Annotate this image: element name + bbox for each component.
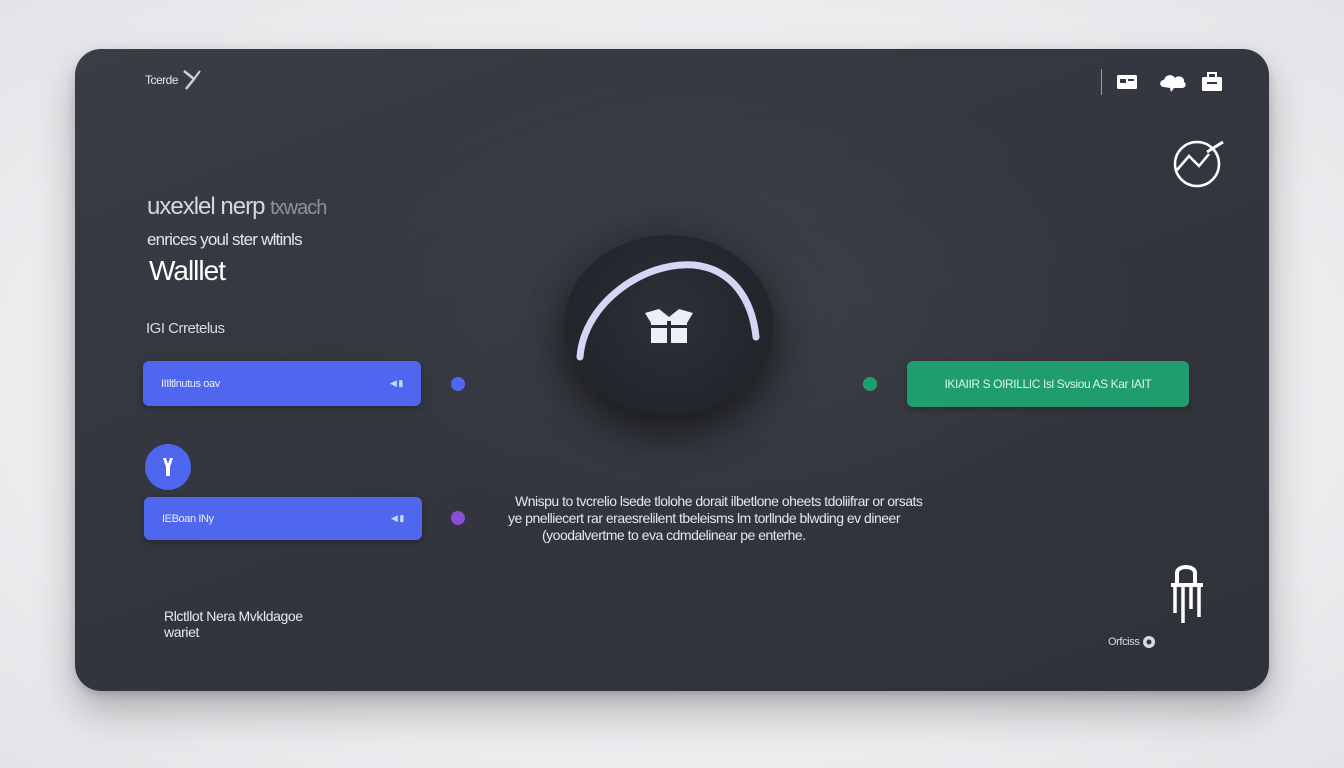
box-icon <box>645 309 693 343</box>
footer-note-line2: wariet <box>164 624 199 640</box>
wallet-card: Tcerde uxexlel nerp txwach enrices youl … <box>75 49 1269 691</box>
header-divider <box>1101 69 1102 95</box>
secondary-button[interactable]: IEBoan INy ◀ ▮ <box>144 497 422 540</box>
brand-logo-icon <box>183 70 201 90</box>
card-icon[interactable] <box>1115 71 1139 93</box>
secondary-button-label: IEBoan INy <box>162 512 214 525</box>
status-dot-green <box>863 377 877 391</box>
brand-name[interactable]: Tcerde <box>145 73 179 87</box>
settings-icon <box>1143 636 1156 648</box>
description-text: Wnispu to tvcrelio lsede tlolohe dorait … <box>508 493 1075 544</box>
section-label: IGI Crretelus <box>146 320 225 337</box>
hero-eyebrow: uxexlel nerp txwach <box>147 193 327 221</box>
description-line: ye pnelliecert rar eraesrelilent tbeleis… <box>508 510 900 526</box>
key-icon <box>163 458 173 476</box>
hero-subtitle: enrices youl ster wltinls <box>147 230 303 249</box>
description-line: (yoodalvertme to eva cdmdelinear pe ente… <box>542 527 806 543</box>
primary-button[interactable]: IIIltlnutus oav ◀ ▮ <box>143 361 421 406</box>
lock-icon[interactable] <box>1167 561 1207 627</box>
hero-eyebrow-main: uxexlel nerp <box>147 193 265 220</box>
page-title: Walllet <box>149 255 226 286</box>
action-button-label: IKIAIIR S OIRILLIC Isl Svsiou AS Kar IAI… <box>944 377 1152 391</box>
footer-brand[interactable]: Orfciss <box>1108 635 1156 649</box>
arrow-left-icon: ◀ ▮ <box>389 378 404 388</box>
footer-note: Rlctllot Nera Mvkldagoe wariet <box>164 608 303 640</box>
footer-note-line1: Rlctllot Nera Mvkldagoe <box>164 608 303 624</box>
status-dot-purple <box>451 511 465 525</box>
arrow-left-icon: ◀ ▮ <box>390 513 405 523</box>
avatar[interactable] <box>145 444 191 490</box>
hero-eyebrow-faint: txwach <box>270 197 327 219</box>
description-line: Wnispu to tvcrelio lsede tlolohe dorait … <box>515 493 923 509</box>
cloud-icon[interactable] <box>1158 71 1188 93</box>
action-button[interactable]: IKIAIIR S OIRILLIC Isl Svsiou AS Kar IAI… <box>907 361 1189 407</box>
briefcase-icon[interactable] <box>1200 71 1224 93</box>
trend-chart-icon[interactable] <box>1173 138 1225 188</box>
footer-brand-label: Orfciss <box>1108 636 1140 648</box>
primary-button-label: IIIltlnutus oav <box>161 377 220 390</box>
status-dot-blue <box>451 377 465 391</box>
